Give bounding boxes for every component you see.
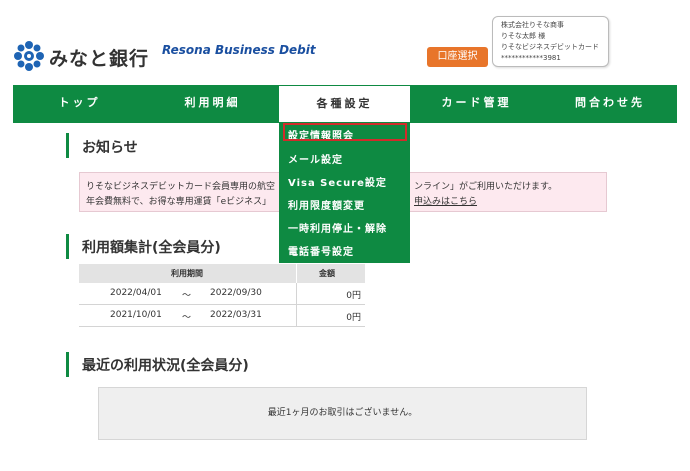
user-company: 株式会社りそな商事 (501, 21, 564, 29)
card-name: りそなビジネスデビットカード (501, 43, 599, 51)
menu-item-mail-settings[interactable]: メール設定 (288, 151, 343, 166)
section-marker (66, 352, 69, 377)
notice-title: お知らせ (82, 140, 138, 156)
nav-usage-details[interactable]: 利用明細 (146, 85, 279, 123)
table-header: 利用期間 金額 (79, 264, 365, 283)
user-name: りそな太郎 様 (501, 32, 546, 40)
amount: 0円 (346, 313, 361, 323)
menu-item-visa-secure[interactable]: Visa Secure設定 (288, 174, 387, 189)
period-sep: ～ (182, 291, 192, 301)
period-from: 2022/04/01 (110, 288, 162, 298)
table-row: 2021/10/01 ～ 2022/03/31 0円 (79, 305, 365, 327)
notice-line-1-end: ンライン」がご利用いただけます。 (414, 182, 558, 192)
bank-logo-icon[interactable] (13, 40, 45, 72)
nav-top[interactable]: トップ (13, 85, 146, 123)
bank-name[interactable]: みなと銀行 (49, 44, 149, 71)
section-marker (66, 234, 69, 259)
notice-apply-link[interactable]: 申込みはこちら (414, 194, 477, 207)
usage-total-title: 利用額集計(全会員分) (82, 240, 221, 256)
settings-dropdown: 設定情報照会 メール設定 Visa Secure設定 利用限度額変更 一時利用停… (279, 122, 410, 263)
header-amount: 金額 (319, 269, 335, 278)
recent-usage-empty: 最近1ヶ月のお取引はございません。 (98, 387, 587, 440)
main-nav: トップ 利用明細 各種設定 カード管理 問合わせ先 (13, 85, 677, 123)
period-to: 2022/03/31 (210, 310, 262, 320)
period-from: 2021/10/01 (110, 310, 162, 320)
recent-usage-title: 最近の利用状況(全会員分) (82, 358, 249, 374)
section-marker (66, 133, 69, 158)
notice-line-1: りそなビジネスデビットカード会員専用の航空 (86, 182, 276, 192)
menu-item-limit-change[interactable]: 利用限度額変更 (288, 197, 365, 212)
user-info-box: 株式会社りそな商事 りそな太郎 様 りそなビジネスデビットカード *******… (492, 16, 609, 67)
amount: 0円 (346, 291, 361, 301)
table-row: 2022/04/01 ～ 2022/09/30 0円 (79, 283, 365, 305)
period-sep: ～ (182, 313, 192, 323)
period-to: 2022/09/30 (210, 288, 262, 298)
notice-line-2: 年会費無料で、お得な専用運賃「eビジネス」 (86, 197, 272, 207)
menu-item-phone-settings[interactable]: 電話番号設定 (288, 243, 354, 258)
nav-contact[interactable]: 問合わせ先 (543, 85, 677, 123)
product-name: Resona Business Debit (162, 43, 316, 57)
nav-card-management[interactable]: カード管理 (410, 85, 543, 123)
account-select-button[interactable]: 口座選択 (427, 47, 488, 67)
card-number: ************3981 (501, 54, 561, 62)
menu-item-suspend[interactable]: 一時利用停止・解除 (288, 220, 387, 235)
selected-menu-highlight (283, 123, 407, 141)
header-period: 利用期間 (171, 269, 203, 278)
nav-settings[interactable]: 各種設定 (279, 85, 410, 123)
